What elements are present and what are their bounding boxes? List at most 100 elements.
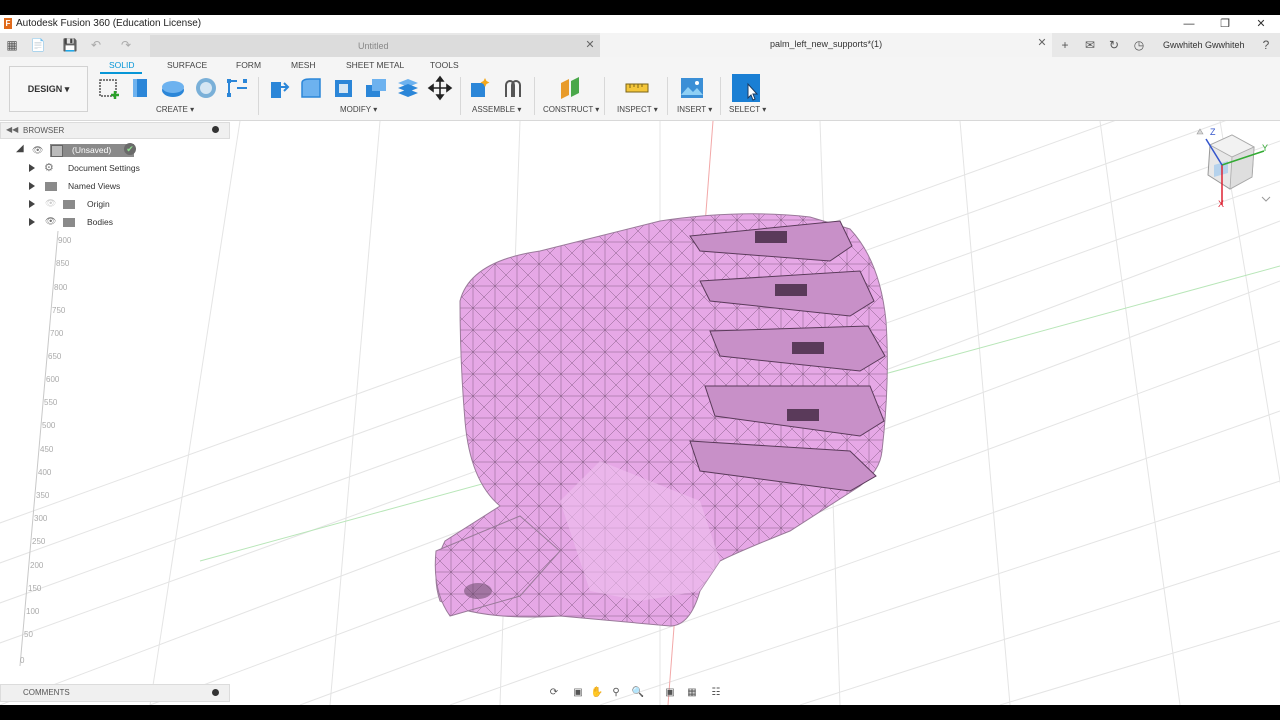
orbit-icon[interactable]: ⟳ bbox=[547, 686, 561, 700]
comments-title: COMMENTS bbox=[23, 688, 70, 697]
grid-menu-icon[interactable]: ▦ bbox=[4, 37, 20, 53]
view-cube[interactable]: Z Y X bbox=[1188, 125, 1276, 215]
revolve-icon[interactable] bbox=[160, 75, 186, 101]
minimize-icon[interactable]: — bbox=[1181, 16, 1197, 32]
shell-icon[interactable] bbox=[331, 75, 357, 101]
letterbox-bottom bbox=[0, 705, 1280, 720]
restore-icon[interactable]: ❐ bbox=[1217, 16, 1233, 32]
ribbon-toolbar: DESIGN ▾ SOLID SURFACE FORM MESH SHEET M… bbox=[0, 57, 1280, 121]
scale-tick-label: 550 bbox=[44, 398, 58, 407]
redo-icon[interactable]: ↷ bbox=[118, 37, 134, 53]
collapse-browser-icon[interactable]: ◀◀ bbox=[6, 125, 18, 134]
letterbox-top bbox=[0, 0, 1280, 15]
close-icon[interactable]: ✕ bbox=[1253, 16, 1269, 32]
help-icon[interactable]: ? bbox=[1258, 37, 1274, 53]
fit-icon[interactable]: 🔍 bbox=[631, 686, 645, 700]
comments-pin-icon[interactable] bbox=[212, 689, 219, 696]
inspect-menu[interactable]: INSPECT ▾ bbox=[617, 105, 658, 114]
display-settings-icon[interactable]: ▣ bbox=[663, 686, 677, 700]
tab-tools[interactable]: TOOLS bbox=[430, 60, 459, 70]
clock-icon[interactable]: ◷ bbox=[1131, 37, 1147, 53]
zoom-icon[interactable]: ⚲ bbox=[609, 686, 623, 700]
tab-form[interactable]: FORM bbox=[236, 60, 261, 70]
insert-image-icon[interactable] bbox=[679, 75, 705, 101]
tab-mesh[interactable]: MESH bbox=[291, 60, 316, 70]
move-icon[interactable] bbox=[427, 75, 453, 101]
select-menu[interactable]: SELECT ▾ bbox=[729, 105, 766, 114]
visibility-eye-icon[interactable]: 👁 bbox=[45, 216, 56, 227]
job-status-icon[interactable]: ↻ bbox=[1106, 37, 1122, 53]
root-label: (Unsaved) bbox=[72, 145, 112, 155]
scale-tick-label: 900 bbox=[58, 236, 72, 245]
browser-panel-header[interactable]: ◀◀ BROWSER bbox=[0, 122, 230, 139]
sphere-icon[interactable] bbox=[193, 75, 219, 101]
grid-settings-icon[interactable]: ▦ bbox=[685, 686, 699, 700]
notifications-icon[interactable]: ✉ bbox=[1082, 37, 1098, 53]
split-body-icon[interactable] bbox=[395, 75, 421, 101]
tree-item-origin[interactable]: 👁 Origin bbox=[26, 197, 176, 213]
active-check-icon: ✔ bbox=[124, 143, 136, 155]
joint-icon[interactable] bbox=[500, 75, 526, 101]
assemble-menu[interactable]: ASSEMBLE ▾ bbox=[472, 105, 521, 114]
user-name[interactable]: Gwwhiteh Gwwhiteh bbox=[1163, 40, 1245, 50]
fusion-logo-icon: F bbox=[4, 18, 12, 29]
new-tab-icon[interactable]: + bbox=[1057, 37, 1073, 53]
undo-icon[interactable]: ↶ bbox=[88, 37, 104, 53]
tree-item-label: Origin bbox=[87, 199, 110, 209]
new-component-icon[interactable] bbox=[467, 75, 493, 101]
press-pull-icon[interactable] bbox=[266, 75, 292, 101]
tab-active-document[interactable]: palm_left_new_supports*(1) ✕ bbox=[600, 33, 1052, 58]
tree-root[interactable]: ◢ 👁 (Unsaved) ✔ bbox=[14, 143, 144, 159]
measure-icon[interactable] bbox=[624, 75, 650, 101]
viewports-icon[interactable]: ☷ bbox=[709, 686, 723, 700]
expand-triangle-icon[interactable] bbox=[29, 164, 35, 172]
expand-triangle-icon[interactable] bbox=[29, 200, 35, 208]
tab-untitled[interactable]: Untitled ✕ bbox=[150, 35, 600, 57]
workspace-switcher[interactable]: DESIGN ▾ bbox=[9, 66, 88, 112]
tab-sheet-metal[interactable]: SHEET METAL bbox=[346, 60, 404, 70]
select-tool-active[interactable] bbox=[732, 74, 760, 102]
tab-untitled-close-icon[interactable]: ✕ bbox=[584, 39, 596, 51]
tree-item-named-views[interactable]: Named Views bbox=[26, 179, 176, 195]
look-at-icon[interactable]: ▣ bbox=[571, 686, 585, 700]
construct-menu[interactable]: CONSTRUCT ▾ bbox=[543, 105, 599, 114]
scale-tick-label: 300 bbox=[34, 514, 48, 523]
viewport-canvas[interactable] bbox=[0, 121, 1280, 705]
3d-viewport[interactable] bbox=[0, 121, 1280, 705]
tab-solid[interactable]: SOLID bbox=[109, 60, 135, 70]
view-cube-graphic[interactable]: Z Y X bbox=[1188, 125, 1276, 215]
tab-active-close-icon[interactable]: ✕ bbox=[1036, 37, 1048, 49]
extrude-icon[interactable] bbox=[128, 75, 154, 101]
separator bbox=[604, 77, 605, 115]
separator bbox=[667, 77, 668, 115]
save-icon[interactable]: 💾 bbox=[62, 37, 78, 53]
comments-panel[interactable]: COMMENTS bbox=[0, 684, 230, 702]
scale-tick-label: 750 bbox=[52, 306, 66, 315]
file-menu-icon[interactable]: 📄 bbox=[30, 37, 46, 53]
visibility-eye-icon[interactable]: 👁 bbox=[32, 145, 43, 156]
create-menu[interactable]: CREATE ▾ bbox=[156, 105, 194, 114]
expand-triangle-icon[interactable] bbox=[29, 182, 35, 190]
document-icon bbox=[51, 145, 63, 157]
expanded-triangle-icon[interactable]: ◢ bbox=[16, 143, 24, 154]
palm-mesh-model[interactable] bbox=[434, 213, 888, 627]
tree-item-label: Named Views bbox=[68, 181, 121, 191]
create-sketch-icon[interactable] bbox=[97, 75, 123, 101]
visibility-eye-hidden-icon[interactable]: 👁 bbox=[45, 198, 56, 209]
modify-menu[interactable]: MODIFY ▾ bbox=[340, 105, 377, 114]
combine-icon[interactable] bbox=[363, 75, 389, 101]
pan-icon[interactable]: ✋ bbox=[590, 686, 604, 700]
tree-item-document-settings[interactable]: ⚙ Document Settings bbox=[26, 161, 176, 177]
offset-plane-icon[interactable] bbox=[557, 75, 583, 101]
expand-triangle-icon[interactable] bbox=[29, 218, 35, 226]
pattern-icon[interactable] bbox=[225, 75, 251, 101]
insert-menu[interactable]: INSERT ▾ bbox=[677, 105, 712, 114]
separator bbox=[258, 77, 259, 115]
tab-untitled-label: Untitled bbox=[358, 41, 389, 51]
browser-pin-icon[interactable] bbox=[212, 126, 219, 133]
scale-tick-label: 250 bbox=[32, 537, 46, 546]
select-cursor-icon bbox=[747, 82, 759, 101]
tab-surface[interactable]: SURFACE bbox=[167, 60, 207, 70]
tree-item-bodies[interactable]: 👁 Bodies bbox=[26, 215, 176, 231]
fillet-icon[interactable] bbox=[298, 75, 324, 101]
